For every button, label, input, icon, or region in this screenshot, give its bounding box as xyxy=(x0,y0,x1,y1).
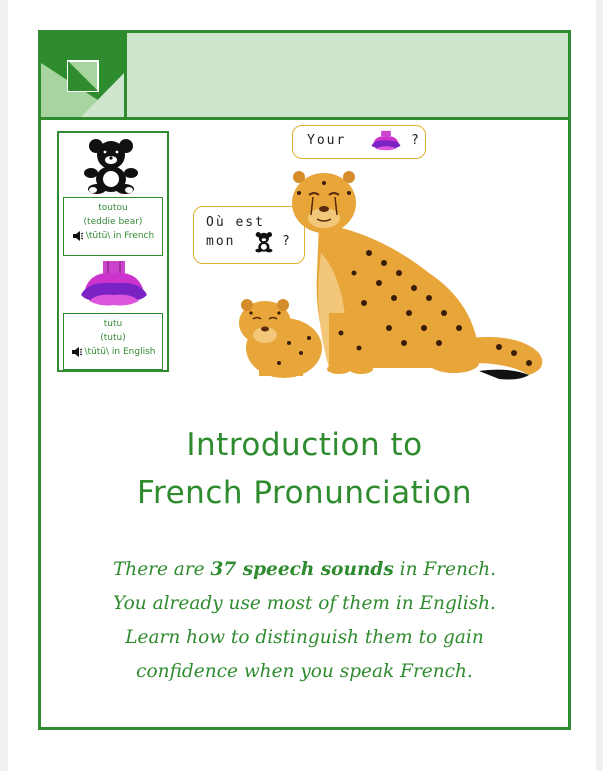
word-sidebar: toutou (teddie bear) \tūtū\ in French tu… xyxy=(57,131,169,372)
intro-line-4: confidence when you speak French. xyxy=(136,661,473,682)
tutu-icon xyxy=(81,261,147,306)
word-card-toutou: toutou (teddie bear) \tūtū\ in French xyxy=(63,197,163,256)
header-band xyxy=(41,33,568,120)
document-page: toutou (teddie bear) \tūtū\ in French tu… xyxy=(8,0,596,771)
intro-line-1: There are 37 speech sounds in French. xyxy=(41,553,568,587)
word-card-tutu: tutu (tutu) \tūtū\ in English xyxy=(63,313,163,370)
intro-line-3: Learn how to distinguish them to gain xyxy=(125,627,484,648)
card-pronunciation[interactable]: \tūtū\ in French xyxy=(64,229,162,243)
intro-highlight: 37 speech sounds xyxy=(210,559,394,580)
card-word: tutu xyxy=(103,319,123,329)
bubble-text-before: Your xyxy=(307,133,347,148)
page-title: Introduction to French Pronunciation xyxy=(41,421,568,517)
speaker-icon[interactable] xyxy=(72,231,84,241)
tutu-icon xyxy=(371,130,401,151)
intro-paragraph: There are 37 speech sounds in French. Yo… xyxy=(41,553,568,689)
card-meaning: (teddie bear) xyxy=(83,217,143,227)
card-meaning: (tutu) xyxy=(100,333,126,343)
corner-logo xyxy=(41,33,127,117)
teddy-bear-icon xyxy=(84,139,138,194)
title-line-2: French Pronunciation xyxy=(136,475,473,511)
intro-line-1-b: in French. xyxy=(393,559,497,580)
intro-line-1-a: There are xyxy=(112,559,211,580)
bubble-text-after: ? xyxy=(411,133,421,148)
speech-bubble-right: Your ? xyxy=(292,125,426,159)
card-word: toutou xyxy=(98,203,128,213)
title-line-1: Introduction to xyxy=(186,427,423,463)
cheetah-illustration xyxy=(239,171,543,380)
card-pronunciation-text: \tūtū\ in English xyxy=(84,347,156,357)
page-frame: toutou (teddie bear) \tūtū\ in French tu… xyxy=(38,30,571,730)
speaker-icon[interactable] xyxy=(71,347,83,357)
card-pronunciation-text: \tūtū\ in French xyxy=(85,231,155,241)
intro-line-2: You already use most of them in English. xyxy=(113,593,496,614)
card-pronunciation[interactable]: \tūtū\ in English xyxy=(64,345,162,359)
